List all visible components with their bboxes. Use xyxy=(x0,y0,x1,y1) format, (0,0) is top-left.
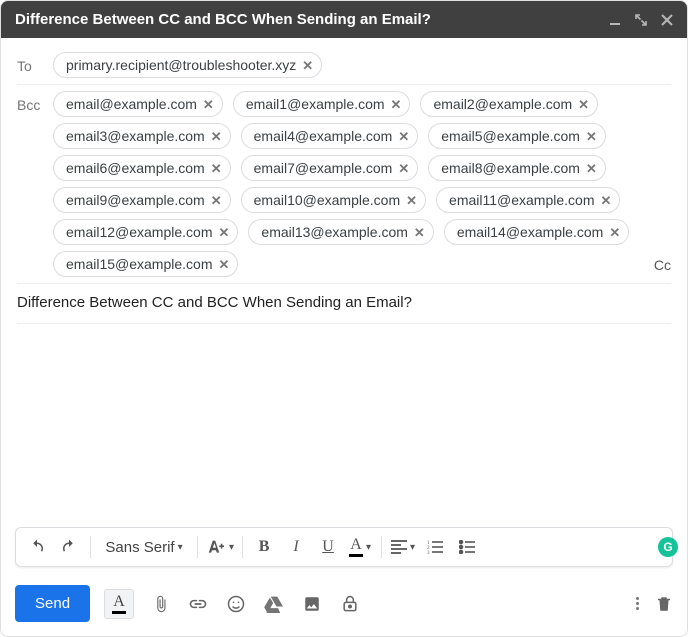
bcc-chips[interactable]: email@example.com✕email1@example.com✕ema… xyxy=(53,91,646,277)
bcc-row[interactable]: Bcc email@example.com✕email1@example.com… xyxy=(17,85,671,284)
close-icon[interactable] xyxy=(661,14,673,26)
bcc-label: Bcc xyxy=(17,91,53,113)
to-row[interactable]: To primary.recipient@troubleshooter.xyz ✕ xyxy=(17,46,671,85)
chip-email: email15@example.com xyxy=(66,256,213,272)
chip-email: email13@example.com xyxy=(261,224,408,240)
numbered-list-button[interactable]: 123 xyxy=(422,534,448,560)
remove-chip-icon[interactable]: ✕ xyxy=(414,226,425,239)
chip-email: email9@example.com xyxy=(66,192,205,208)
recipient-chip[interactable]: email10@example.com ✕ xyxy=(241,187,426,213)
compose-window: Difference Between CC and BCC When Sendi… xyxy=(0,0,688,637)
window-controls xyxy=(609,14,673,26)
recipient-chip[interactable]: email15@example.com ✕ xyxy=(53,251,238,277)
recipient-chip[interactable]: email6@example.com ✕ xyxy=(53,155,231,181)
chip-email: email7@example.com xyxy=(254,160,393,176)
font-size-select[interactable] xyxy=(206,534,234,560)
chip-email: email8@example.com xyxy=(441,160,580,176)
discard-draft-icon[interactable] xyxy=(655,594,673,614)
remove-chip-icon[interactable]: ✕ xyxy=(219,258,230,271)
recipient-chip[interactable]: email3@example.com ✕ xyxy=(53,123,231,149)
grammarly-icon[interactable]: G xyxy=(658,537,678,557)
remove-chip-icon[interactable]: ✕ xyxy=(219,226,230,239)
recipient-fields: To primary.recipient@troubleshooter.xyz ✕… xyxy=(1,38,687,324)
to-label: To xyxy=(17,52,53,74)
underline-button[interactable]: U xyxy=(315,534,341,560)
recipient-chip[interactable]: email11@example.com ✕ xyxy=(436,187,620,213)
subject-row[interactable]: Difference Between CC and BCC When Sendi… xyxy=(17,284,671,324)
recipient-chip[interactable]: email1@example.com ✕ xyxy=(233,91,411,117)
titlebar: Difference Between CC and BCC When Sendi… xyxy=(1,1,687,38)
remove-chip-icon[interactable]: ✕ xyxy=(211,194,222,207)
text-color-button[interactable]: A xyxy=(347,534,373,560)
recipient-chip[interactable]: email@example.com ✕ xyxy=(53,91,223,117)
more-options-icon[interactable] xyxy=(636,597,639,610)
bottom-icons: A xyxy=(104,589,360,619)
remove-chip-icon[interactable]: ✕ xyxy=(203,98,214,111)
subject-text[interactable]: Difference Between CC and BCC When Sendi… xyxy=(17,294,412,311)
remove-chip-icon[interactable]: ✕ xyxy=(211,162,222,175)
remove-chip-icon[interactable]: ✕ xyxy=(578,98,589,111)
align-button[interactable] xyxy=(390,534,416,560)
undo-icon[interactable] xyxy=(24,534,50,560)
insert-photo-icon[interactable] xyxy=(302,595,322,613)
recipient-chip[interactable]: email2@example.com ✕ xyxy=(420,91,598,117)
send-button[interactable]: Send xyxy=(15,585,90,622)
recipient-chip[interactable]: email13@example.com ✕ xyxy=(248,219,433,245)
recipient-chip[interactable]: email12@example.com ✕ xyxy=(53,219,238,245)
cc-toggle-link[interactable]: Cc xyxy=(646,253,671,277)
format-toolbar: Sans Serif B I U A 123 G xyxy=(15,527,673,567)
redo-icon[interactable] xyxy=(56,534,82,560)
insert-drive-icon[interactable] xyxy=(264,595,284,613)
remove-chip-icon[interactable]: ✕ xyxy=(406,194,417,207)
bottom-right-controls xyxy=(636,594,673,614)
recipient-chip[interactable]: email7@example.com ✕ xyxy=(241,155,419,181)
recipient-chip[interactable]: email8@example.com ✕ xyxy=(428,155,606,181)
fullscreen-icon[interactable] xyxy=(635,14,647,26)
remove-chip-icon[interactable]: ✕ xyxy=(398,162,409,175)
chip-email: email11@example.com xyxy=(449,192,594,208)
remove-chip-icon[interactable]: ✕ xyxy=(302,59,313,72)
font-family-select[interactable]: Sans Serif xyxy=(99,534,189,560)
minimize-icon[interactable] xyxy=(609,14,621,26)
chip-email: email4@example.com xyxy=(254,128,393,144)
chip-email: email14@example.com xyxy=(457,224,604,240)
remove-chip-icon[interactable]: ✕ xyxy=(586,130,597,143)
chip-email: email12@example.com xyxy=(66,224,213,240)
message-body[interactable] xyxy=(1,324,687,527)
insert-link-icon[interactable] xyxy=(188,594,208,614)
attach-file-icon[interactable] xyxy=(152,594,170,614)
italic-button[interactable]: I xyxy=(283,534,309,560)
confidential-mode-icon[interactable] xyxy=(340,594,360,614)
bold-button[interactable]: B xyxy=(251,534,277,560)
remove-chip-icon[interactable]: ✕ xyxy=(211,130,222,143)
chip-email: email10@example.com xyxy=(254,192,401,208)
recipient-chip[interactable]: email9@example.com ✕ xyxy=(53,187,231,213)
remove-chip-icon[interactable]: ✕ xyxy=(609,226,620,239)
chip-email: email6@example.com xyxy=(66,160,205,176)
remove-chip-icon[interactable]: ✕ xyxy=(586,162,597,175)
remove-chip-icon[interactable]: ✕ xyxy=(391,98,402,111)
to-chips[interactable]: primary.recipient@troubleshooter.xyz ✕ xyxy=(53,52,671,78)
chip-email: email5@example.com xyxy=(441,128,580,144)
bottom-bar: Send A xyxy=(1,575,687,636)
chip-email: primary.recipient@troubleshooter.xyz xyxy=(66,57,296,73)
formatting-toggle-button[interactable]: A xyxy=(104,589,134,619)
bulleted-list-button[interactable] xyxy=(454,534,480,560)
remove-chip-icon[interactable]: ✕ xyxy=(601,194,612,207)
window-title: Difference Between CC and BCC When Sendi… xyxy=(15,11,609,28)
chip-email: email3@example.com xyxy=(66,128,205,144)
remove-chip-icon[interactable]: ✕ xyxy=(398,130,409,143)
chip-email: email2@example.com xyxy=(433,96,572,112)
recipient-chip[interactable]: primary.recipient@troubleshooter.xyz ✕ xyxy=(53,52,322,78)
insert-emoji-icon[interactable] xyxy=(226,594,246,614)
recipient-chip[interactable]: email4@example.com ✕ xyxy=(241,123,419,149)
recipient-chip[interactable]: email14@example.com ✕ xyxy=(444,219,629,245)
chip-email: email@example.com xyxy=(66,96,197,112)
recipient-chip[interactable]: email5@example.com ✕ xyxy=(428,123,606,149)
chip-email: email1@example.com xyxy=(246,96,385,112)
svg-text:3: 3 xyxy=(427,551,430,554)
